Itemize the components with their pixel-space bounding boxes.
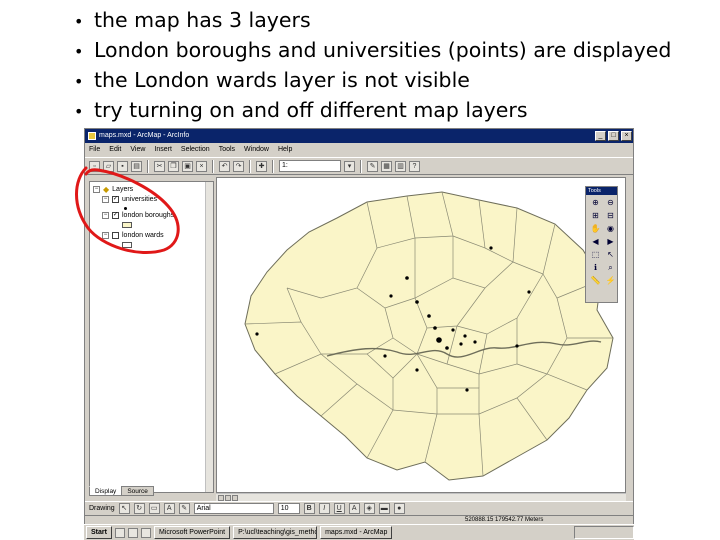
redo-icon[interactable]: ↷ [233,160,244,172]
forward-icon[interactable]: ▶ [604,236,617,247]
menu-file[interactable]: File [89,143,100,157]
quicklaunch-icon[interactable] [114,527,125,538]
tab-display[interactable]: Display [89,486,123,496]
bullet-list: • the map has 3 layers • London boroughs a… [74,6,714,126]
font-size-dropdown[interactable]: 10 [277,503,300,514]
title-bar[interactable]: maps.mxd - ArcMap - ArcInfo _ □ × [85,129,633,143]
full-extent-icon[interactable]: ◉ [604,223,617,234]
pencil-icon[interactable]: ✎ [178,503,190,514]
find-icon[interactable]: ⌕ [604,262,617,273]
app-icon [88,132,96,140]
measure-icon[interactable]: 📏 [589,275,602,286]
hyperlink-icon[interactable]: ⚡ [604,275,617,286]
quicklaunch-icon[interactable] [140,527,151,538]
underline-icon[interactable]: U [333,503,345,514]
close-button[interactable]: × [621,131,632,141]
bullet-item: • try turning on and off different map la… [74,98,528,122]
menu-bar: File Edit View Insert Selection Tools Wi… [85,143,633,157]
task-powerpoint[interactable]: Microsoft PowerPoint [153,526,231,539]
menu-insert[interactable]: Insert [154,143,172,157]
taskbar: Start Microsoft PowerPoint P:\ucl\teachi… [84,524,634,540]
arccatalog-icon[interactable]: ▥ [395,160,406,172]
maximize-button[interactable]: □ [608,131,619,141]
zoom-in-icon[interactable]: ⊕ [589,197,602,208]
map-scale-input[interactable]: 1: [279,160,341,172]
rotate-icon[interactable]: ↻ [133,503,145,514]
menu-view[interactable]: View [130,143,145,157]
toolbar-separator [272,159,274,173]
menu-edit[interactable]: Edit [109,143,121,157]
bullet-item: • the map has 3 layers [74,8,311,32]
menu-tools[interactable]: Tools [219,143,235,157]
select-elements-icon[interactable]: ↖ [604,249,617,260]
pan-icon[interactable]: ✋ [589,223,602,234]
start-button[interactable]: Start [86,526,112,539]
editor-icon[interactable]: ✎ [367,160,378,172]
marker-color-icon[interactable]: ● [393,503,405,514]
select-elements-icon[interactable]: ↖ [118,503,130,514]
menu-help[interactable]: Help [278,143,292,157]
fixed-zoom-out-icon[interactable]: ⊟ [604,210,617,221]
toolbar-separator [360,159,362,173]
task-folder[interactable]: P:\ucl\teaching\gis_methods [233,526,318,539]
map-horizontal-scrollbar[interactable] [216,493,626,501]
toc-tabs: Display Source [89,486,154,496]
red-annotation-circle [75,166,180,255]
delete-icon[interactable]: × [196,160,207,172]
drawing-menu[interactable]: Drawing [89,505,115,512]
bullet-item: • the London wards layer is not visible [74,68,470,92]
select-features-icon[interactable]: ⬚ [589,249,602,260]
identify-icon[interactable]: ℹ [589,262,602,273]
fixed-zoom-in-icon[interactable]: ⊞ [589,210,602,221]
minimize-button[interactable]: _ [595,131,606,141]
london-map [244,191,614,481]
rectangle-icon[interactable]: ▭ [148,503,160,514]
line-color-icon[interactable]: ▬ [378,503,390,514]
tab-source[interactable]: Source [121,486,154,496]
menu-window[interactable]: Window [244,143,269,157]
text-icon[interactable]: A [163,503,175,514]
font-color-icon[interactable]: A [348,503,360,514]
window-title: maps.mxd - ArcMap - ArcInfo [99,132,190,139]
task-arcmap[interactable]: maps.mxd - ArcMap [320,526,393,539]
map-view[interactable] [216,177,626,493]
toolbar-separator [212,159,214,173]
zoom-out-icon[interactable]: ⊖ [604,197,617,208]
quicklaunch-icon[interactable] [127,527,138,538]
bullet-item: • London boroughs and universities (point… [74,38,672,62]
london-outline [244,191,614,481]
fill-color-icon[interactable]: ◈ [363,503,375,514]
help-icon[interactable]: ? [409,160,420,172]
tools-palette[interactable]: Tools ⊕ ⊖ ⊞ ⊟ ✋ ◉ ◀ ▶ ⬚ ↖ ℹ ⌕ 📏 ⚡ [585,186,618,303]
toc-scrollbar[interactable] [205,182,213,492]
toolbar-separator [249,159,251,173]
drawing-toolbar: Drawing ↖ ↻ ▭ A ✎ Arial 10 B I U A ◈ ▬ ● [85,501,633,515]
font-dropdown[interactable]: Arial [193,503,274,514]
arctoolbox-icon[interactable]: ▦ [381,160,392,172]
add-data-icon[interactable]: ✚ [256,160,267,172]
back-icon[interactable]: ◀ [589,236,602,247]
menu-selection[interactable]: Selection [181,143,210,157]
bold-icon[interactable]: B [303,503,315,514]
undo-icon[interactable]: ↶ [219,160,230,172]
italic-icon[interactable]: I [318,503,330,514]
scale-dropdown-icon[interactable]: ▾ [344,160,355,172]
system-tray [574,526,634,539]
tools-palette-title: Tools [586,187,617,195]
